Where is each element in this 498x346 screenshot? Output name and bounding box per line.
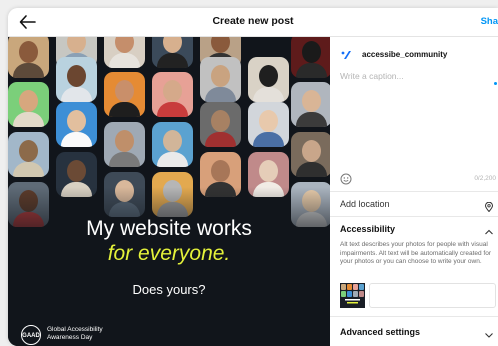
headline-line-2: for everyone.: [107, 242, 231, 265]
divider: [330, 316, 498, 317]
image-gradient-overlay: [8, 187, 330, 346]
emoji-icon[interactable]: [340, 172, 352, 185]
post-image-preview: My website works for everyone. Does your…: [8, 37, 330, 346]
accessibe-logo-icon: [340, 48, 354, 62]
location-pin-icon: [484, 199, 494, 213]
chevron-down-icon[interactable]: [484, 327, 494, 338]
portrait-tile: [8, 132, 49, 177]
divider: [330, 216, 498, 217]
chevron-up-icon[interactable]: [484, 224, 494, 235]
portrait-tile: [200, 102, 241, 147]
portrait-tile: [200, 57, 241, 102]
create-post-dialog: Create new post Sha My website works for…: [8, 8, 498, 346]
portrait-tile: [56, 57, 97, 102]
gaad-logo: GAAD: [21, 325, 41, 345]
alt-text-input[interactable]: [369, 283, 496, 308]
portrait-tile: [152, 37, 193, 68]
caption-input[interactable]: Write a caption...: [340, 71, 404, 81]
gaad-org-name: Global Accessibility Awareness Day: [47, 326, 103, 342]
accessibility-section-toggle[interactable]: Accessibility: [340, 224, 395, 234]
portrait-tile: [248, 102, 289, 147]
divider: [330, 191, 498, 192]
portrait-tile: [104, 37, 145, 68]
portrait-tile: [8, 37, 49, 78]
portrait-tile: [291, 132, 330, 177]
portrait-tile: [248, 57, 289, 102]
portrait-tile: [104, 72, 145, 117]
org-name-line-2: Awareness Day: [47, 334, 93, 341]
caption-char-count: 0/2,200: [474, 175, 496, 182]
org-name-line-1: Global Accessibility: [47, 326, 103, 333]
portrait-tile: [8, 82, 49, 127]
portrait-tile: [152, 122, 193, 167]
alt-text-thumbnail: [340, 283, 365, 308]
portrait-tile: [291, 82, 330, 127]
advanced-settings-toggle[interactable]: Advanced settings: [340, 327, 420, 337]
portrait-tile: [104, 122, 145, 167]
headline-line-1: My website works: [86, 217, 252, 240]
account-username: accessibe_community: [362, 50, 448, 59]
cursor-indicator: [494, 82, 497, 85]
add-location-field[interactable]: Add location: [340, 199, 390, 209]
portrait-tile: [291, 37, 330, 78]
share-button[interactable]: Sha: [481, 16, 498, 27]
portrait-tile: [152, 72, 193, 117]
alt-text-description: Alt text describes your photos for peopl…: [340, 241, 492, 265]
post-details-panel: accessibe_community Write a caption... 0…: [330, 37, 498, 346]
portrait-tile: [56, 102, 97, 147]
dialog-header: Create new post Sha: [8, 8, 498, 37]
headline-line-3: Does yours?: [132, 282, 206, 297]
dialog-title: Create new post: [212, 15, 294, 27]
